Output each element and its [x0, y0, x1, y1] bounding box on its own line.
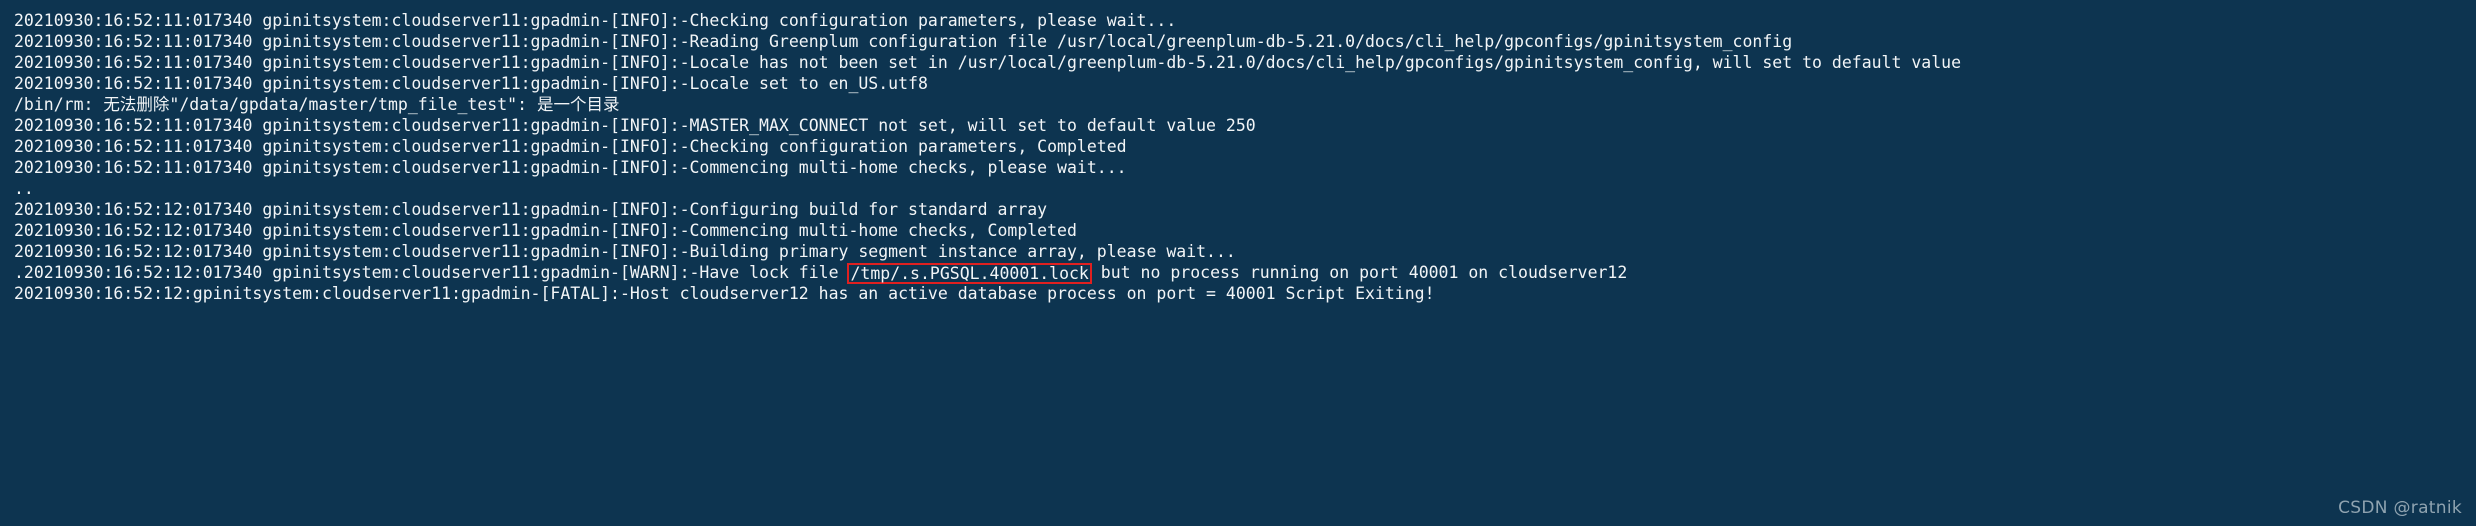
log-line: 20210930:16:52:11:017340 gpinitsystem:cl… — [14, 158, 1127, 177]
log-line: 20210930:16:52:12:017340 gpinitsystem:cl… — [14, 200, 1048, 219]
log-line-progress-dots: .. — [14, 179, 34, 198]
log-line: 20210930:16:52:12:017340 gpinitsystem:cl… — [14, 242, 1236, 261]
log-line: 20210930:16:52:11:017340 gpinitsystem:cl… — [14, 11, 1177, 30]
terminal-window[interactable]: 20210930:16:52:11:017340 gpinitsystem:cl… — [0, 0, 2476, 526]
warn-prefix-text: .20210930:16:52:12:017340 gpinitsystem:c… — [14, 263, 849, 282]
log-line: 20210930:16:52:11:017340 gpinitsystem:cl… — [14, 137, 1127, 156]
log-line-rm-error: /bin/rm: 无法删除"/data/gpdata/master/tmp_fi… — [14, 95, 620, 114]
log-line-fatal: 20210930:16:52:12:gpinitsystem:cloudserv… — [14, 284, 1435, 303]
warn-suffix-text: but no process running on port 40001 on … — [1090, 263, 1628, 282]
log-line: 20210930:16:52:11:017340 gpinitsystem:cl… — [14, 74, 928, 93]
lock-file-path-highlight: /tmp/.s.PGSQL.40001.lock — [847, 263, 1092, 284]
log-line-warn: .20210930:16:52:12:017340 gpinitsystem:c… — [14, 262, 2476, 284]
log-line: 20210930:16:52:12:017340 gpinitsystem:cl… — [14, 221, 1077, 240]
watermark-label: CSDN @ratnik — [2338, 498, 2462, 518]
log-line: 20210930:16:52:11:017340 gpinitsystem:cl… — [14, 32, 1793, 51]
log-line: 20210930:16:52:11:017340 gpinitsystem:cl… — [14, 53, 1962, 72]
log-line: 20210930:16:52:11:017340 gpinitsystem:cl… — [14, 116, 1256, 135]
